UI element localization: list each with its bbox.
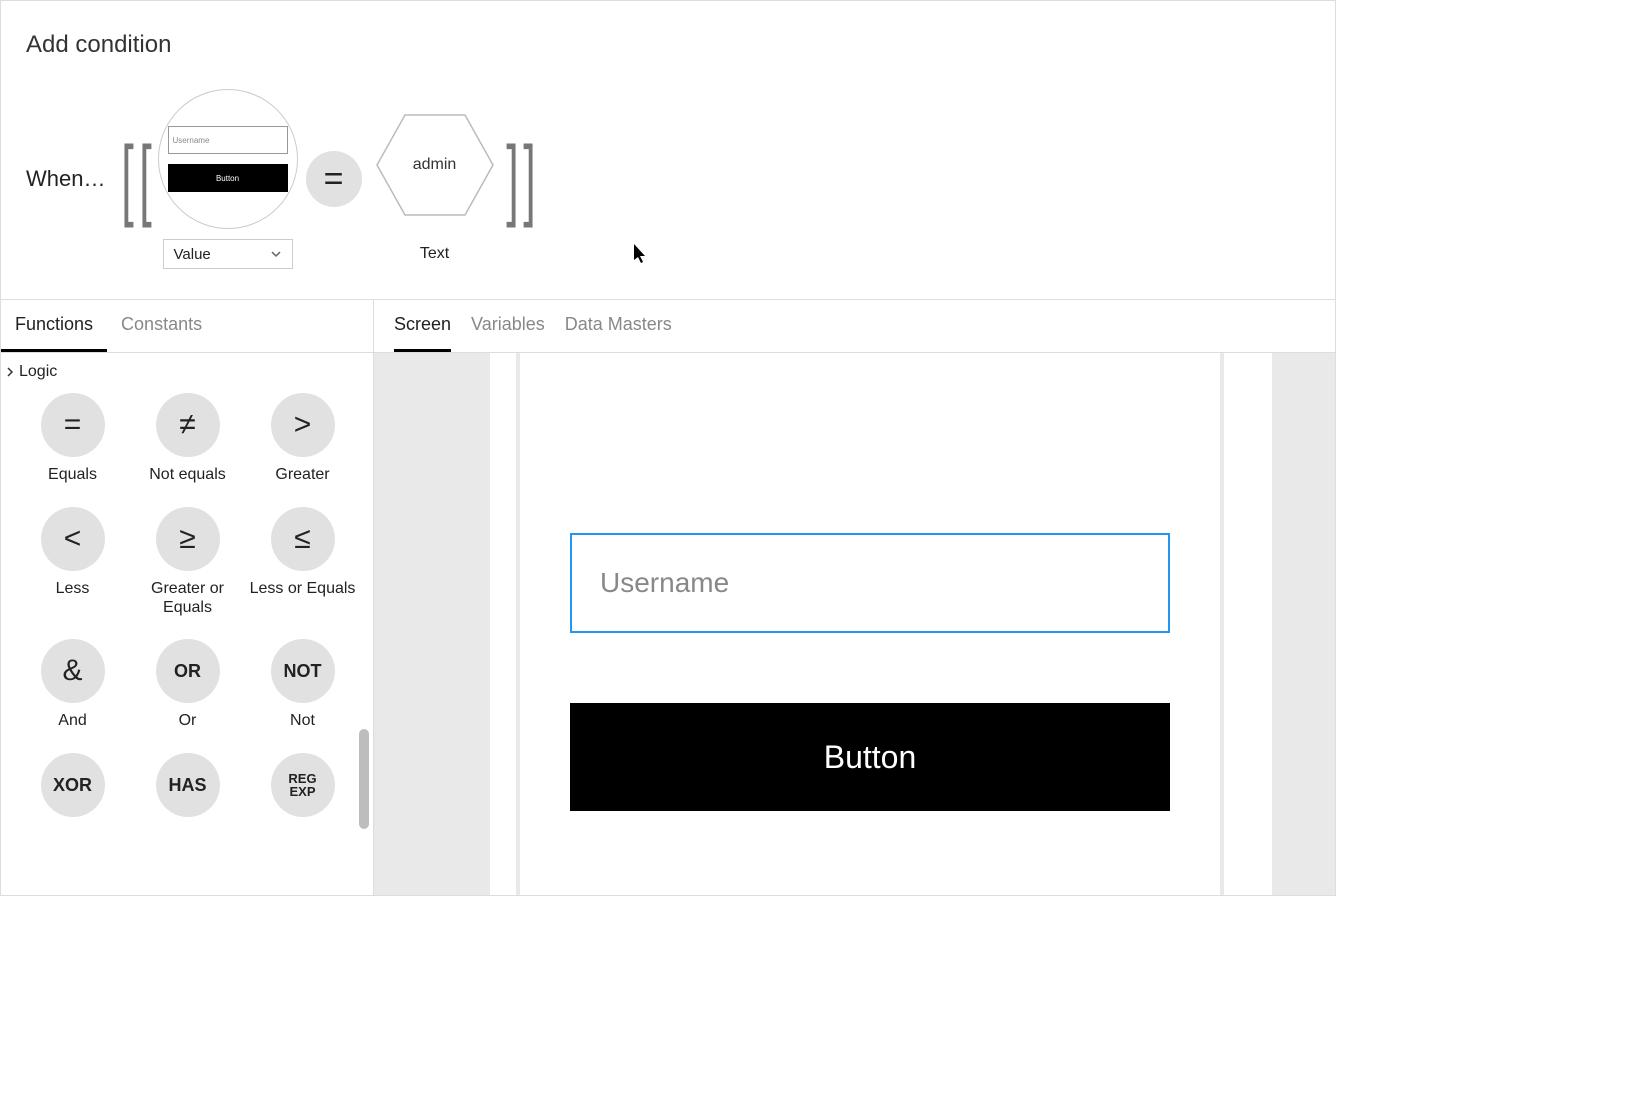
logic-greater-icon: >	[271, 393, 335, 457]
logic-not[interactable]: NOT Not	[249, 639, 356, 731]
property-select[interactable]: Value	[163, 239, 293, 269]
logic-gte[interactable]: ≥ Greater or Equals	[134, 507, 241, 617]
lower-panels: Functions Constants Logic = Equals ≠ Not eq…	[1, 300, 1335, 895]
logic-regexp-icon: REG EXP	[271, 753, 335, 817]
thumbnail-input-preview: Username	[168, 126, 288, 154]
logic-not-label: Not	[290, 711, 315, 731]
operator-symbol: =	[324, 160, 344, 199]
inner-bracket-close: ]	[506, 143, 519, 215]
tab-constants[interactable]: Constants	[107, 300, 216, 352]
left-operand-group: Username Button Value	[158, 89, 298, 269]
outer-bracket-open: [	[122, 143, 135, 215]
screen-panel: Screen Variables Data Masters Username B…	[374, 300, 1335, 895]
scrollbar-thumb[interactable]	[359, 729, 369, 829]
logic-not-equals-icon: ≠	[156, 393, 220, 457]
logic-has[interactable]: HAS	[134, 753, 241, 845]
submit-button[interactable]: Button	[570, 703, 1170, 811]
when-label: When…	[26, 166, 105, 192]
logic-less-label: Less	[56, 579, 90, 599]
logic-or[interactable]: OR Or	[134, 639, 241, 731]
username-input[interactable]: Username	[570, 533, 1170, 633]
logic-less-icon: <	[41, 507, 105, 571]
logic-group-header[interactable]: Logic	[5, 361, 355, 381]
logic-not-equals-label: Not equals	[149, 465, 226, 485]
logic-gte-icon: ≥	[156, 507, 220, 571]
thumbnail-button-preview: Button	[168, 164, 288, 192]
logic-regexp[interactable]: REG EXP	[249, 753, 356, 845]
logic-and-icon: &	[41, 639, 105, 703]
logic-equals[interactable]: = Equals	[19, 393, 126, 485]
functions-panel: Functions Constants Logic = Equals ≠ Not eq…	[1, 300, 374, 895]
logic-lte-icon: ≤	[271, 507, 335, 571]
logic-less[interactable]: < Less	[19, 507, 126, 617]
right-operand-group: admin Text	[370, 95, 500, 263]
canvas-gutter-right-a	[1224, 353, 1272, 895]
text-value-hexagon[interactable]: admin	[370, 95, 500, 235]
logic-lte[interactable]: ≤ Less or Equals	[249, 507, 356, 617]
logic-xor-icon: XOR	[41, 753, 105, 817]
logic-and-label: And	[58, 711, 86, 731]
logic-gte-label: Greater or Equals	[134, 579, 241, 617]
logic-or-icon: OR	[156, 639, 220, 703]
logic-greater-label: Greater	[275, 465, 329, 485]
property-select-value: Value	[174, 246, 211, 263]
right-operand-type: Text	[420, 245, 449, 263]
canvas-gutter-mid	[490, 353, 516, 895]
left-tabs: Functions Constants	[1, 300, 373, 353]
logic-grid: = Equals ≠ Not equals > Greater < Less ≥ Greater …	[19, 393, 355, 855]
condition-builder-panel: Add condition When… [ [ Username Button …	[1, 1, 1335, 300]
expression-row: When… [ [ Username Button Value =	[26, 89, 1310, 269]
chevron-down-icon	[270, 248, 282, 260]
tab-data-masters[interactable]: Data Masters	[565, 300, 672, 352]
cursor-icon	[634, 244, 650, 264]
logic-and[interactable]: & And	[19, 639, 126, 731]
canvas-gutter-right-b	[1272, 353, 1335, 895]
logic-not-equals[interactable]: ≠ Not equals	[134, 393, 241, 485]
canvas-gutter-left	[374, 353, 490, 895]
app-container: Add condition When… [ [ Username Button …	[0, 0, 1336, 896]
panel-title: Add condition	[26, 31, 1310, 59]
tab-functions[interactable]: Functions	[1, 300, 107, 352]
logic-xor[interactable]: XOR	[19, 753, 126, 845]
logic-greater[interactable]: > Greater	[249, 393, 356, 485]
tab-screen[interactable]: Screen	[394, 300, 451, 352]
functions-content: Logic = Equals ≠ Not equals > Greater < Less ≥ Gr…	[1, 353, 373, 895]
logic-or-label: Or	[179, 711, 197, 731]
logic-equals-icon: =	[41, 393, 105, 457]
logic-not-icon: NOT	[271, 639, 335, 703]
text-value: admin	[413, 156, 457, 174]
outer-bracket-close: ]	[523, 143, 536, 215]
logic-group-label: Logic	[19, 363, 57, 381]
logic-lte-label: Less or Equals	[250, 579, 356, 599]
canvas-area: Username Button	[374, 353, 1335, 895]
logic-has-icon: HAS	[156, 753, 220, 817]
chevron-right-icon	[5, 367, 15, 377]
inner-bracket-open: [	[139, 143, 152, 215]
screen-canvas[interactable]: Username Button	[520, 353, 1220, 895]
operator-equals[interactable]: =	[306, 151, 362, 207]
right-tabs: Screen Variables Data Masters	[374, 300, 1335, 353]
tab-variables[interactable]: Variables	[471, 300, 545, 352]
element-thumbnail[interactable]: Username Button	[158, 89, 298, 229]
logic-equals-label: Equals	[48, 465, 97, 485]
